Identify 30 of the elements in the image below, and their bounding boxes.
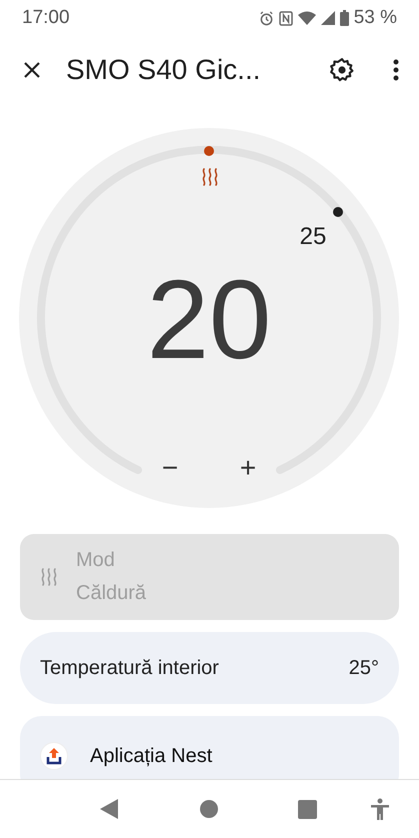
recents-button[interactable]: [298, 800, 317, 818]
home-button[interactable]: [200, 800, 218, 818]
reading-label: Temperatură interior: [40, 656, 219, 680]
heating-icon: [40, 567, 58, 587]
accessibility-button[interactable]: [370, 798, 390, 820]
app-name: Aplicația Nest: [90, 744, 212, 768]
mode-label: Mod: [76, 549, 116, 572]
alarm-icon: [258, 10, 274, 26]
battery-percent: 53 %: [354, 7, 397, 29]
heating-icon: [203, 169, 217, 185]
app-link-card[interactable]: Aplicația Nest: [20, 716, 399, 779]
device-title: SMO S40 Gic...: [66, 54, 262, 86]
back-button[interactable]: [100, 799, 118, 819]
reading-value: 25°: [348, 656, 379, 680]
settings-icon: [329, 57, 355, 83]
decrease-button[interactable]: −: [162, 452, 178, 483]
mode-value: Căldură: [76, 582, 146, 605]
status-time: 17:00: [22, 7, 70, 29]
increase-button[interactable]: +: [240, 452, 256, 483]
target-temperature: 20: [146, 257, 272, 382]
signal-icon: [320, 11, 335, 25]
app-logo-icon: [40, 742, 68, 770]
battery-icon: [340, 10, 349, 26]
nfc-icon: [278, 10, 293, 26]
current-temperature-dot: [204, 146, 214, 156]
close-icon: [22, 60, 42, 80]
wifi-icon: [298, 11, 316, 25]
setpoint-handle[interactable]: [333, 207, 343, 217]
more-icon: [393, 59, 399, 81]
setpoint-label: 25: [300, 223, 326, 250]
